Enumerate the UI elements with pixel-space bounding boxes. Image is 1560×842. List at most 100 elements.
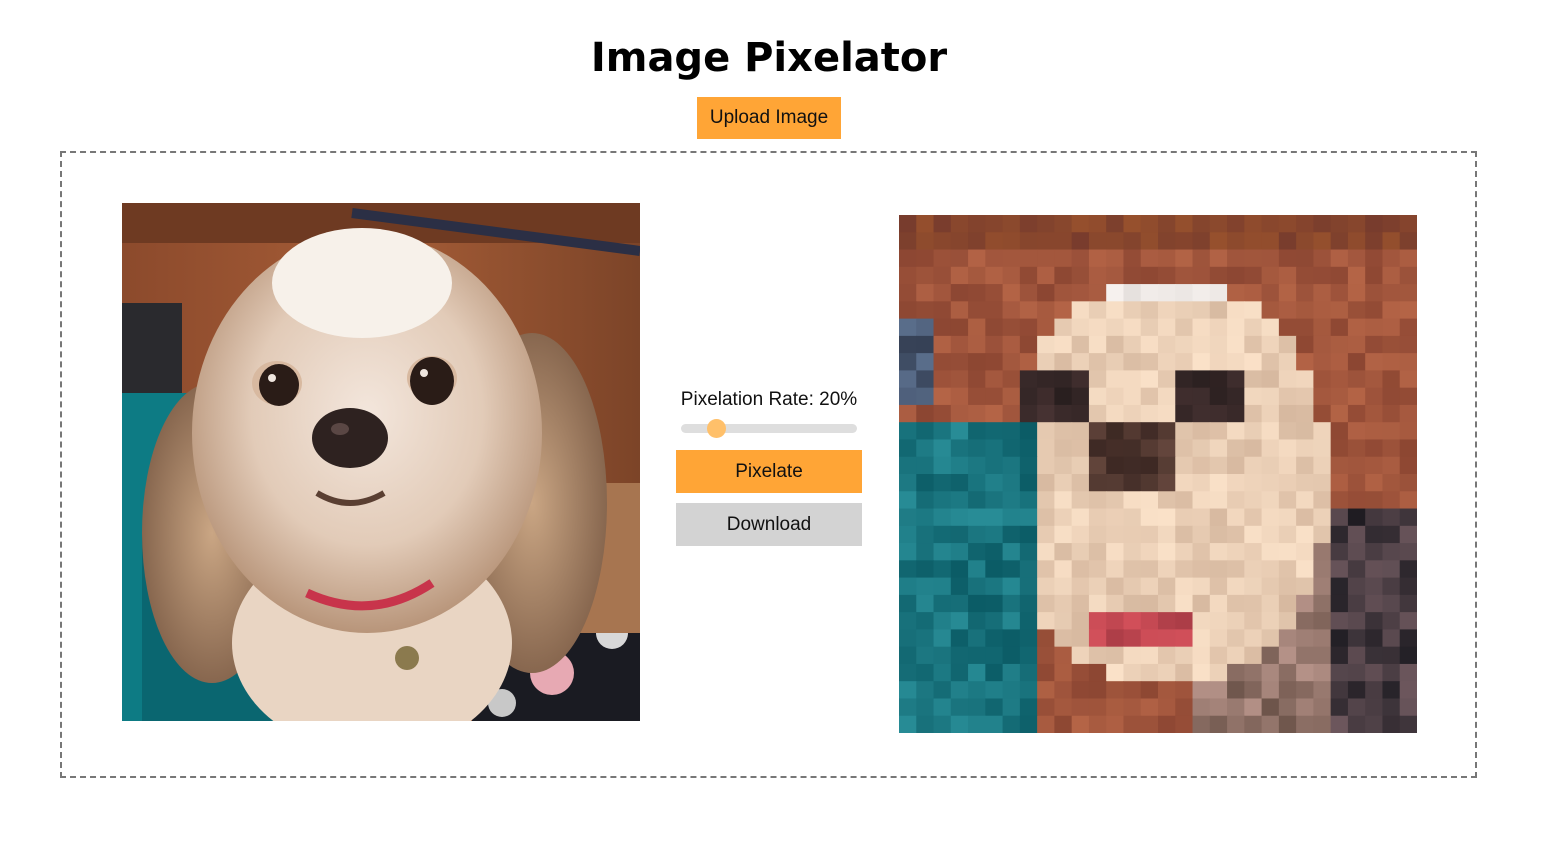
mosaic-tile (1019, 491, 1038, 510)
mosaic-tile (1244, 715, 1263, 733)
mosaic-tile (1002, 422, 1021, 440)
mosaic-tile (1209, 456, 1228, 475)
mosaic-tile (950, 629, 969, 648)
mosaic-tile (1330, 456, 1349, 475)
mosaic-tile (1278, 629, 1297, 648)
mosaic-tile (950, 577, 969, 596)
mosaic-tile (916, 353, 935, 371)
mosaic-tile (1158, 439, 1176, 458)
mosaic-tile (968, 491, 986, 510)
mosaic-tile (1227, 474, 1245, 492)
mosaic-tile (1399, 646, 1417, 665)
mosaic-tile (1278, 663, 1297, 682)
mosaic-tile (1037, 370, 1055, 389)
mosaic-tile (1140, 456, 1159, 475)
mosaic-tile (1158, 387, 1176, 406)
mosaic-tile (1054, 387, 1073, 406)
mosaic-tile (1192, 404, 1211, 423)
mosaic-tile (1313, 698, 1332, 717)
mosaic-tile (916, 491, 935, 510)
mosaic-tile (1140, 525, 1159, 544)
mosaic-tile (1244, 663, 1263, 682)
mosaic-tile (1175, 232, 1194, 251)
mosaic-tile (1227, 335, 1245, 354)
mosaic-tile (968, 646, 986, 665)
mosaic-tile (1209, 663, 1228, 682)
mosaic-tile (1330, 646, 1349, 665)
mosaic-tile (1123, 681, 1142, 699)
mosaic-tile (1002, 266, 1021, 285)
pixelation-rate-slider[interactable] (679, 419, 859, 438)
mosaic-tile (1123, 560, 1142, 579)
mosaic-tile (1054, 404, 1073, 423)
mosaic-tile (1261, 215, 1280, 233)
mosaic-tile (1330, 698, 1349, 717)
mosaic-tile (1071, 266, 1090, 285)
mosaic-tile (985, 681, 1004, 699)
mosaic-tile (1209, 387, 1228, 406)
mosaic-tile (968, 543, 986, 561)
mosaic-tile (1158, 491, 1176, 510)
mosaic-tile (1088, 422, 1107, 440)
mosaic-tile (1140, 543, 1159, 561)
mosaic-tile (899, 422, 917, 440)
mosaic-tile (985, 698, 1004, 717)
mosaic-tile (1227, 387, 1245, 406)
mosaic-tile (1399, 353, 1417, 371)
mosaic-tile (1244, 266, 1263, 285)
mosaic-tile (1071, 543, 1090, 561)
mosaic-tile (1106, 266, 1124, 285)
mosaic-tile (1019, 560, 1038, 579)
mosaic-tile (1140, 249, 1159, 268)
mosaic-tile (1140, 698, 1159, 717)
mosaic-tile (1313, 301, 1332, 320)
mosaic-tile (985, 663, 1004, 682)
mosaic-tile (1399, 439, 1417, 458)
mosaic-tile (1071, 577, 1090, 596)
mosaic-tile (1244, 301, 1263, 320)
mosaic-tile (1192, 215, 1211, 233)
mosaic-tile (1399, 715, 1417, 733)
mosaic-tile (1365, 232, 1383, 251)
mosaic-tile (1088, 491, 1107, 510)
mosaic-tile (933, 543, 952, 561)
mosaic-tile (1037, 335, 1055, 354)
mosaic-tile (1399, 404, 1417, 423)
mosaic-tile (985, 525, 1004, 544)
mosaic-tile (1261, 266, 1280, 285)
mosaic-tile (1209, 335, 1228, 354)
download-button[interactable]: Download (676, 503, 862, 546)
mosaic-tile (1399, 508, 1417, 527)
mosaic-tile (1244, 629, 1263, 648)
mosaic-tile (933, 681, 952, 699)
mosaic-tile (1365, 560, 1383, 579)
mosaic-tile (1037, 543, 1055, 561)
mosaic-tile (933, 594, 952, 613)
pixelate-button[interactable]: Pixelate (676, 450, 862, 493)
mosaic-tile (1227, 491, 1245, 510)
mosaic-tile (1002, 439, 1021, 458)
mosaic-tile (1209, 215, 1228, 233)
mosaic-tile (1071, 525, 1090, 544)
mosaic-tile (1158, 543, 1176, 561)
mosaic-tile (1227, 594, 1245, 613)
mosaic-tile (1088, 612, 1107, 630)
upload-image-button[interactable]: Upload Image (697, 97, 841, 139)
slider-thumb[interactable] (707, 419, 727, 438)
mosaic-tile (1296, 335, 1314, 354)
mosaic-tile (1088, 629, 1107, 648)
mosaic-tile (1244, 215, 1263, 233)
mosaic-tile (1382, 215, 1401, 233)
mosaic-tile (968, 266, 986, 285)
mosaic-tile (1088, 370, 1107, 389)
mosaic-tile (1037, 560, 1055, 579)
mosaic-tile (1140, 387, 1159, 406)
mosaic-tile (1106, 681, 1124, 699)
mosaic-tile (1261, 577, 1280, 596)
mosaic-tile (1140, 560, 1159, 579)
mosaic-tile (1106, 612, 1124, 630)
mosaic-tile (1365, 353, 1383, 371)
mosaic-tile (1002, 284, 1021, 302)
mosaic-tile (985, 266, 1004, 285)
mosaic-tile (1244, 404, 1263, 423)
